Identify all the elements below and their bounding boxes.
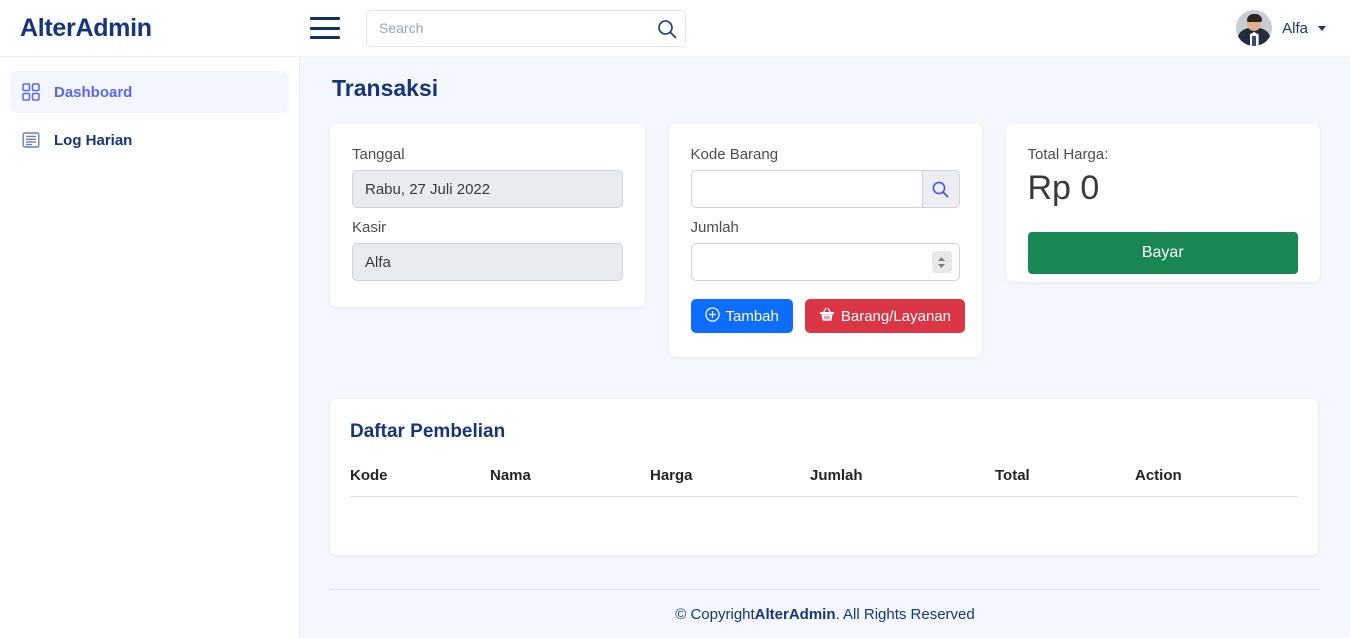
table-header-row: Kode Nama Harga Jumlah Total Action — [350, 467, 1298, 497]
list-icon — [22, 131, 40, 149]
footer-copyright-prefix: © Copyright — [675, 605, 755, 623]
hamburger-line — [310, 26, 340, 30]
total-harga-card: Total Harga: Rp 0 Bayar — [1005, 124, 1320, 282]
daftar-pembelian-card: Daftar Pembelian Kode Nama Harga Jumlah … — [330, 399, 1318, 555]
daftar-pembelian-table: Kode Nama Harga Jumlah Total Action — [350, 467, 1298, 529]
column-header-nama: Nama — [490, 467, 650, 497]
avatar-tie — [1252, 36, 1257, 46]
tambah-button-label: Tambah — [725, 307, 779, 325]
avatar-hair — [1246, 14, 1262, 22]
kode-barang-group — [690, 170, 960, 208]
footer-copyright-suffix: . All Rights Reserved — [835, 605, 975, 623]
column-header-action: Action — [1135, 467, 1298, 497]
page-body: Dashboard Log Harian Transaksi Tanggal R… — [0, 57, 1350, 638]
transaksi-info-card: Tanggal Kasir — [330, 124, 645, 307]
sidebar-item-label: Dashboard — [54, 83, 133, 101]
grid-icon — [22, 83, 40, 101]
action-buttons: Tambah Barang/Layanan — [690, 299, 965, 333]
kasir-field — [352, 243, 623, 281]
top-navbar: AlterAdmin Alfa — [0, 0, 1350, 57]
table-empty-row — [350, 497, 1298, 529]
chevron-down-icon[interactable] — [1318, 25, 1326, 31]
column-header-harga: Harga — [650, 467, 810, 497]
jumlah-label: Jumlah — [690, 219, 739, 236]
footer: © Copyright AlterAdmin. All Rights Reser… — [300, 590, 1350, 638]
hamburger-line — [310, 17, 340, 20]
table-head: Kode Nama Harga Jumlah Total Action — [350, 467, 1298, 497]
search-box — [366, 9, 686, 47]
kode-barang-label: Kode Barang — [690, 146, 779, 163]
hamburger-icon[interactable] — [310, 17, 340, 39]
total-harga-label: Total Harga: — [1027, 146, 1109, 163]
kode-barang-input[interactable] — [690, 170, 922, 208]
sidebar-item-label: Log Harian — [54, 131, 133, 149]
sidebar-item-log-harian[interactable]: Log Harian — [10, 119, 289, 161]
jumlah-group — [690, 243, 960, 281]
basket-icon — [819, 307, 835, 325]
search-icon[interactable] — [656, 18, 678, 40]
footer-brand: AlterAdmin — [754, 605, 836, 623]
barang-layanan-button-label: Barang/Layanan — [840, 307, 951, 325]
hamburger-line — [310, 36, 340, 39]
column-header-kode: Kode — [350, 467, 490, 497]
daftar-pembelian-title: Daftar Pembelian — [350, 421, 506, 442]
search-input[interactable] — [366, 9, 686, 47]
cards-row: Tanggal Kasir Kode Barang — [330, 124, 1320, 357]
content: Transaksi Tanggal Kasir Kode Barang — [300, 57, 1350, 571]
column-header-total: Total — [995, 467, 1135, 497]
bayar-button[interactable]: Bayar — [1027, 232, 1298, 274]
tambah-button[interactable]: Tambah — [690, 299, 793, 333]
plus-circle-icon — [704, 307, 720, 325]
quantity-stepper[interactable] — [931, 251, 952, 273]
sidebar: Dashboard Log Harian — [0, 57, 300, 638]
barang-layanan-button[interactable]: Barang/Layanan — [804, 299, 965, 333]
total-harga-amount: Rp 0 — [1027, 169, 1100, 207]
brand-logo[interactable]: AlterAdmin — [0, 14, 300, 43]
column-header-jumlah: Jumlah — [810, 467, 995, 497]
app-root: AlterAdmin Alfa — [0, 0, 1350, 638]
user-menu[interactable]: Alfa — [1236, 10, 1334, 46]
jumlah-input[interactable] — [690, 243, 960, 281]
table-body — [350, 497, 1298, 529]
main-area: Transaksi Tanggal Kasir Kode Barang — [300, 57, 1350, 638]
table-empty-cell — [350, 497, 1298, 529]
tanggal-label: Tanggal — [352, 146, 405, 163]
page-title: Transaksi — [332, 75, 439, 101]
kode-barang-card: Kode Barang Jumlah Tambah Barang/Layanan — [668, 124, 982, 357]
user-name: Alfa — [1282, 19, 1308, 37]
avatar — [1236, 10, 1273, 46]
sidebar-item-dashboard[interactable]: Dashboard — [10, 71, 289, 113]
kasir-label: Kasir — [352, 219, 387, 236]
tanggal-field — [352, 170, 623, 208]
search-icon[interactable] — [921, 170, 960, 208]
